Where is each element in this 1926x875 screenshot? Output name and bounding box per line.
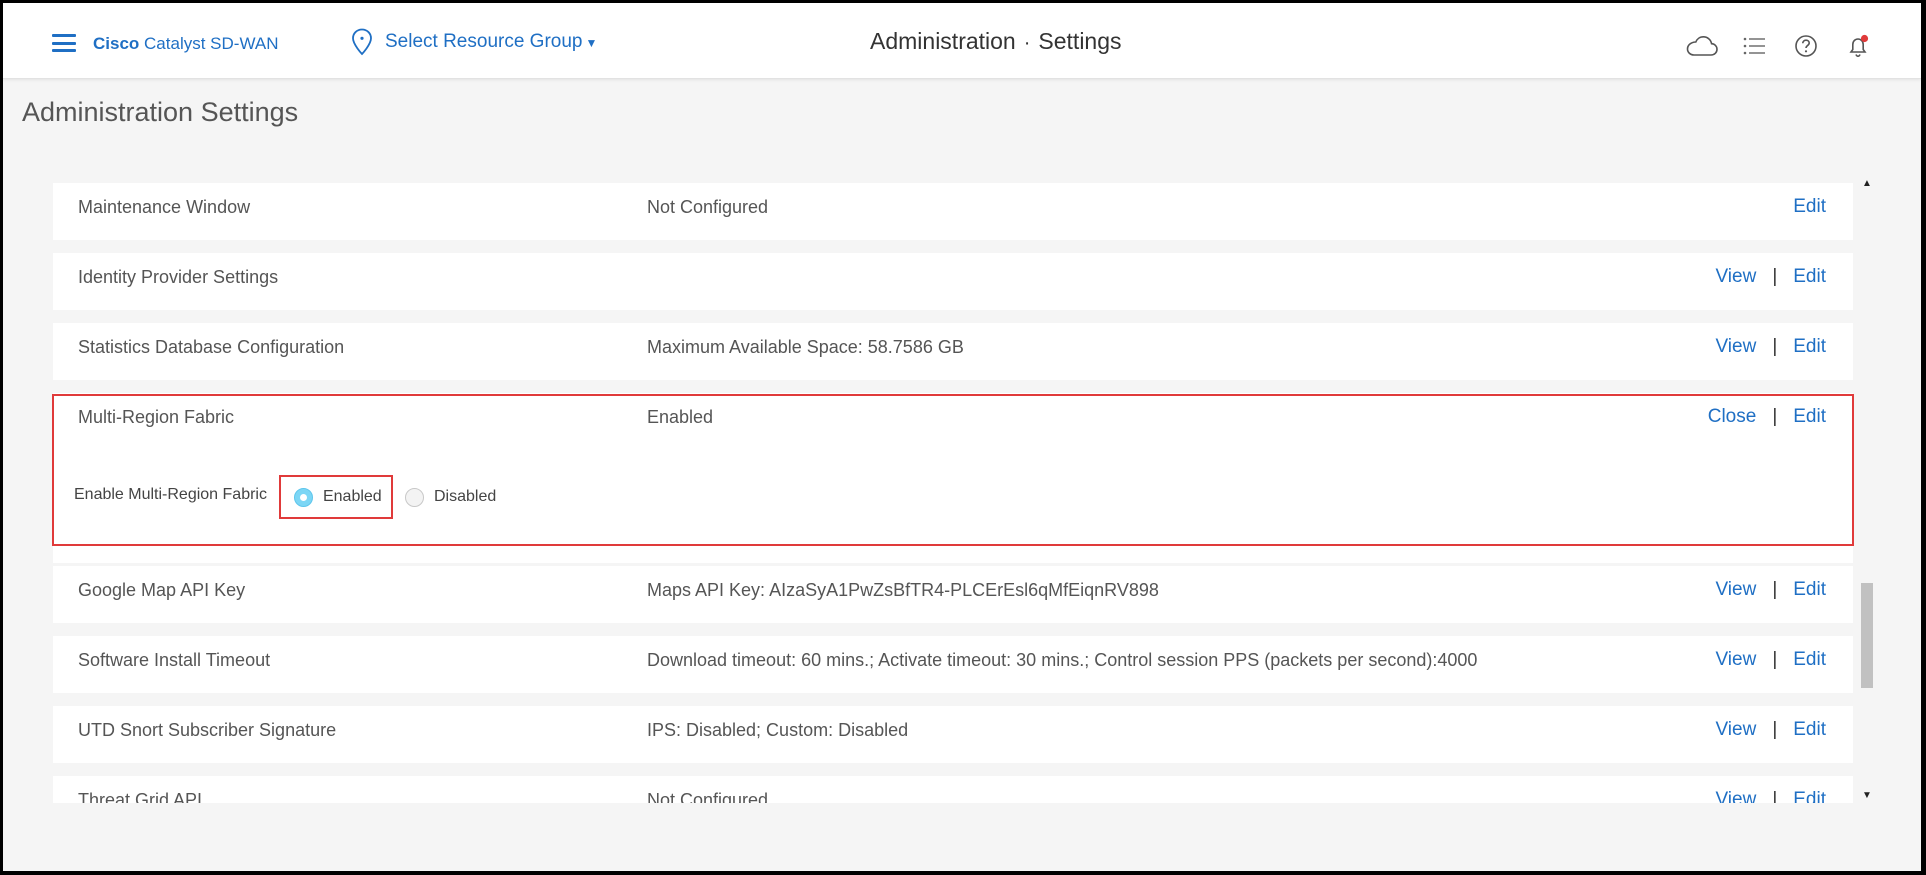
view-button[interactable]: View xyxy=(1715,789,1756,803)
action-separator: | xyxy=(1772,789,1778,803)
resource-group-label: Select Resource Group xyxy=(385,31,583,52)
edit-button[interactable]: Edit xyxy=(1793,719,1826,741)
setting-value: Maps API Key: AIzaSyA1PwZsBfTR4-PLCErEsl… xyxy=(647,580,1159,600)
setting-value: Not Configured xyxy=(647,197,769,217)
cloud-icon[interactable] xyxy=(1685,31,1719,61)
top-navigation-bar: Cisco Catalyst SD-WAN Select Resource Gr… xyxy=(3,3,1921,79)
setting-name: Threat Grid API xyxy=(78,790,203,803)
task-list-icon[interactable] xyxy=(1737,31,1771,61)
settings-row-software-install-timeout: Software Install Timeout Download timeou… xyxy=(53,636,1853,693)
edit-button[interactable]: Edit xyxy=(1793,196,1826,218)
row-actions: View | Edit xyxy=(1715,579,1826,601)
setting-name: Maintenance Window xyxy=(78,197,251,217)
setting-name: Identity Provider Settings xyxy=(78,267,279,287)
action-separator: | xyxy=(1772,336,1778,357)
brand-bold: Cisco xyxy=(93,34,140,53)
view-button[interactable]: View xyxy=(1715,649,1756,671)
view-button[interactable]: View xyxy=(1715,266,1756,288)
scroll-down-icon[interactable]: ▼ xyxy=(1858,787,1876,803)
view-button[interactable]: View xyxy=(1715,719,1756,741)
edit-button[interactable]: Edit xyxy=(1793,266,1826,288)
setting-name: Google Map API Key xyxy=(78,580,246,600)
setting-name: Statistics Database Configuration xyxy=(78,337,345,357)
disabled-radio[interactable] xyxy=(404,487,424,507)
edit-button[interactable]: Edit xyxy=(1793,406,1826,428)
setting-value: Download timeout: 60 mins.; Activate tim… xyxy=(647,650,1478,670)
scroll-track[interactable] xyxy=(1861,191,1873,787)
setting-value: IPS: Disabled; Custom: Disabled xyxy=(647,720,909,740)
action-separator: | xyxy=(1772,579,1778,600)
edit-button[interactable]: Edit xyxy=(1793,789,1826,803)
enable-multi-region-fabric-label: Enable Multi-Region Fabric xyxy=(74,486,267,503)
chevron-down-icon: ▼ xyxy=(585,36,598,50)
settings-list: Maintenance Window Not Configured Edit I… xyxy=(53,183,1853,803)
heading-subsection: Settings xyxy=(1038,28,1122,54)
setting-name: Software Install Timeout xyxy=(78,650,271,670)
settings-scrollbar[interactable]: ▲ ▼ xyxy=(1858,175,1876,803)
settings-row-statistics-database: Statistics Database Configuration Maximu… xyxy=(53,323,1853,380)
setting-name: UTD Snort Subscriber Signature xyxy=(78,720,337,740)
setting-value: Maximum Available Space: 58.7586 GB xyxy=(647,337,964,357)
edit-button[interactable]: Edit xyxy=(1793,579,1826,601)
multi-region-fabric-options: Enable Multi-Region Fabric Enabled Disab… xyxy=(74,475,496,519)
page-title: Administration Settings xyxy=(22,97,299,127)
row-actions: Close | Edit xyxy=(1708,406,1826,428)
row-actions: Edit xyxy=(1793,196,1826,218)
settings-row-google-map-api-key: Google Map API Key Maps API Key: AIzaSyA… xyxy=(53,566,1853,623)
row-actions: View | Edit xyxy=(1715,789,1826,803)
resource-group-selector[interactable]: Select Resource Group ▼ xyxy=(351,27,597,57)
row-actions: View | Edit xyxy=(1715,649,1826,671)
settings-row-maintenance-window: Maintenance Window Not Configured Edit xyxy=(53,183,1853,240)
edit-button[interactable]: Edit xyxy=(1793,336,1826,358)
scroll-up-icon[interactable]: ▲ xyxy=(1858,175,1876,191)
scroll-thumb[interactable] xyxy=(1861,583,1873,688)
brand-logo[interactable]: Cisco Catalyst SD-WAN xyxy=(93,34,278,54)
brand-product: Catalyst SD-WAN xyxy=(144,34,279,53)
row-actions: View | Edit xyxy=(1715,336,1826,358)
settings-row-threat-grid-api: Threat Grid API Not Configured View | Ed… xyxy=(53,776,1853,803)
setting-value: Enabled xyxy=(647,407,714,427)
close-button[interactable]: Close xyxy=(1708,406,1757,428)
settings-row-multi-region-fabric: Multi-Region Fabric Enabled Close | Edit… xyxy=(53,393,1853,563)
location-pin-icon xyxy=(352,28,372,56)
notification-bell-icon[interactable] xyxy=(1841,31,1875,61)
help-icon[interactable] xyxy=(1789,31,1823,61)
app-window: Cisco Catalyst SD-WAN Select Resource Gr… xyxy=(3,3,1921,871)
header-toolbar xyxy=(1667,31,1875,61)
edit-button[interactable]: Edit xyxy=(1793,649,1826,671)
settings-row-utd-snort-subscriber-signature: UTD Snort Subscriber Signature IPS: Disa… xyxy=(53,706,1853,763)
heading-separator: · xyxy=(1023,32,1031,54)
heading-section: Administration xyxy=(870,28,1016,54)
row-actions: View | Edit xyxy=(1715,719,1826,741)
enabled-radio-label[interactable]: Enabled xyxy=(323,488,382,506)
action-separator: | xyxy=(1772,719,1778,740)
action-separator: | xyxy=(1772,266,1778,287)
page-heading: Administration · Settings xyxy=(870,28,1122,55)
action-separator: | xyxy=(1772,649,1778,670)
view-button[interactable]: View xyxy=(1715,336,1756,358)
enabled-option-highlight: Enabled xyxy=(278,475,393,519)
menu-icon[interactable] xyxy=(52,34,76,52)
view-button[interactable]: View xyxy=(1715,579,1756,601)
disabled-radio-label[interactable]: Disabled xyxy=(434,488,496,506)
enabled-radio[interactable] xyxy=(293,487,313,507)
setting-value: Not Configured xyxy=(647,790,769,803)
settings-row-identity-provider: Identity Provider Settings View | Edit xyxy=(53,253,1853,310)
setting-name: Multi-Region Fabric xyxy=(78,407,235,427)
row-actions: View | Edit xyxy=(1715,266,1826,288)
action-separator: | xyxy=(1772,406,1778,427)
